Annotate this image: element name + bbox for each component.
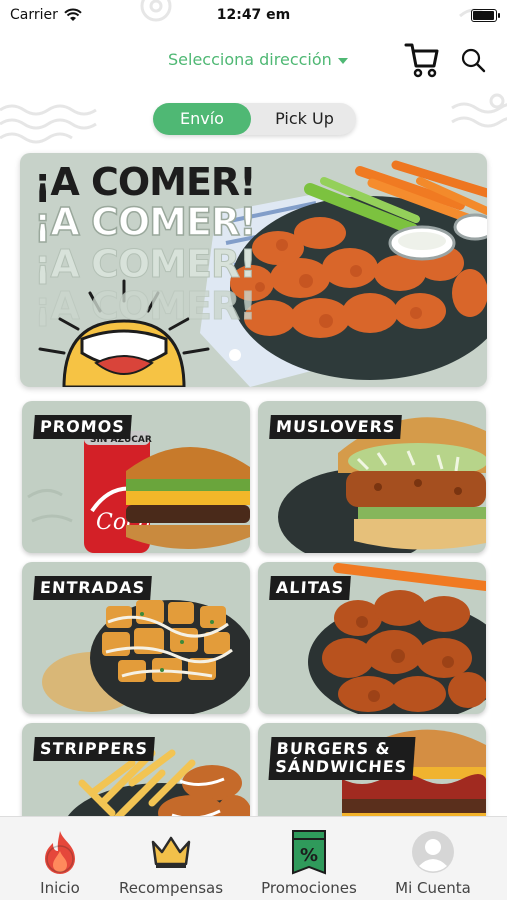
search-button[interactable] — [459, 46, 487, 74]
nav-inicio[interactable]: Inicio — [34, 817, 86, 900]
nav-label: Promociones — [261, 879, 357, 897]
account-icon — [410, 829, 456, 875]
banner-headline-3: ¡A COMER! — [34, 242, 258, 286]
battery-icon — [471, 8, 500, 22]
category-promos[interactable]: SIN AZÚCAR Coca PROMOS — [22, 401, 250, 553]
category-muslovers[interactable]: MUSLOVERS — [258, 401, 486, 553]
nav-promociones[interactable]: % Promociones — [256, 817, 362, 900]
category-label: ALITAS — [269, 576, 351, 601]
flame-icon — [37, 829, 83, 875]
promo-banner[interactable]: ¡A COMER! ¡A COMER! ¡A COMER! ¡A COMER! — [20, 153, 487, 387]
banner-headline-4: ¡A COMER! — [34, 284, 258, 328]
svg-text:%: % — [300, 845, 318, 866]
header: Selecciona dirección — [0, 38, 507, 82]
nav-mi-cuenta[interactable]: Mi Cuenta — [389, 817, 477, 900]
category-entradas[interactable]: ENTRADAS — [22, 562, 250, 714]
nav-label: Recompensas — [118, 879, 224, 897]
search-icon — [461, 48, 486, 73]
crown-icon — [148, 829, 194, 875]
delivery-mode-toggle: Envío Pick Up — [153, 103, 356, 135]
bottom-nav: Inicio Recompensas % Promociones Mi Cuen… — [0, 816, 507, 900]
chevron-down-icon — [337, 57, 348, 64]
cart-icon — [404, 43, 439, 78]
percent-tag-icon: % — [286, 829, 332, 875]
category-label: BURGERS & SÁNDWICHES — [268, 737, 416, 780]
toggle-envio[interactable]: Envío — [153, 103, 251, 135]
category-label: MUSLOVERS — [269, 415, 403, 440]
banner-headline-1: ¡A COMER! — [34, 160, 257, 204]
status-time: 12:47 em — [216, 7, 291, 23]
nav-recompensas[interactable]: Recompensas — [113, 817, 229, 900]
status-bar: Carrier 12:47 em — [0, 0, 507, 30]
category-label: ENTRADAS — [33, 576, 152, 601]
address-selector[interactable]: Selecciona dirección — [168, 50, 348, 69]
nav-label: Inicio — [40, 879, 80, 897]
cart-button[interactable] — [404, 40, 440, 78]
category-label: PROMOS — [33, 415, 132, 440]
banner-headline-2: ¡A COMER! — [33, 200, 257, 244]
category-alitas[interactable]: ALITAS — [258, 562, 486, 714]
toggle-pickup[interactable]: Pick Up — [253, 103, 356, 135]
category-label: STRIPPERS — [33, 737, 155, 762]
carousel-dot[interactable] — [229, 349, 241, 361]
address-label: Selecciona dirección — [168, 50, 332, 69]
nav-label: Mi Cuenta — [395, 879, 471, 897]
